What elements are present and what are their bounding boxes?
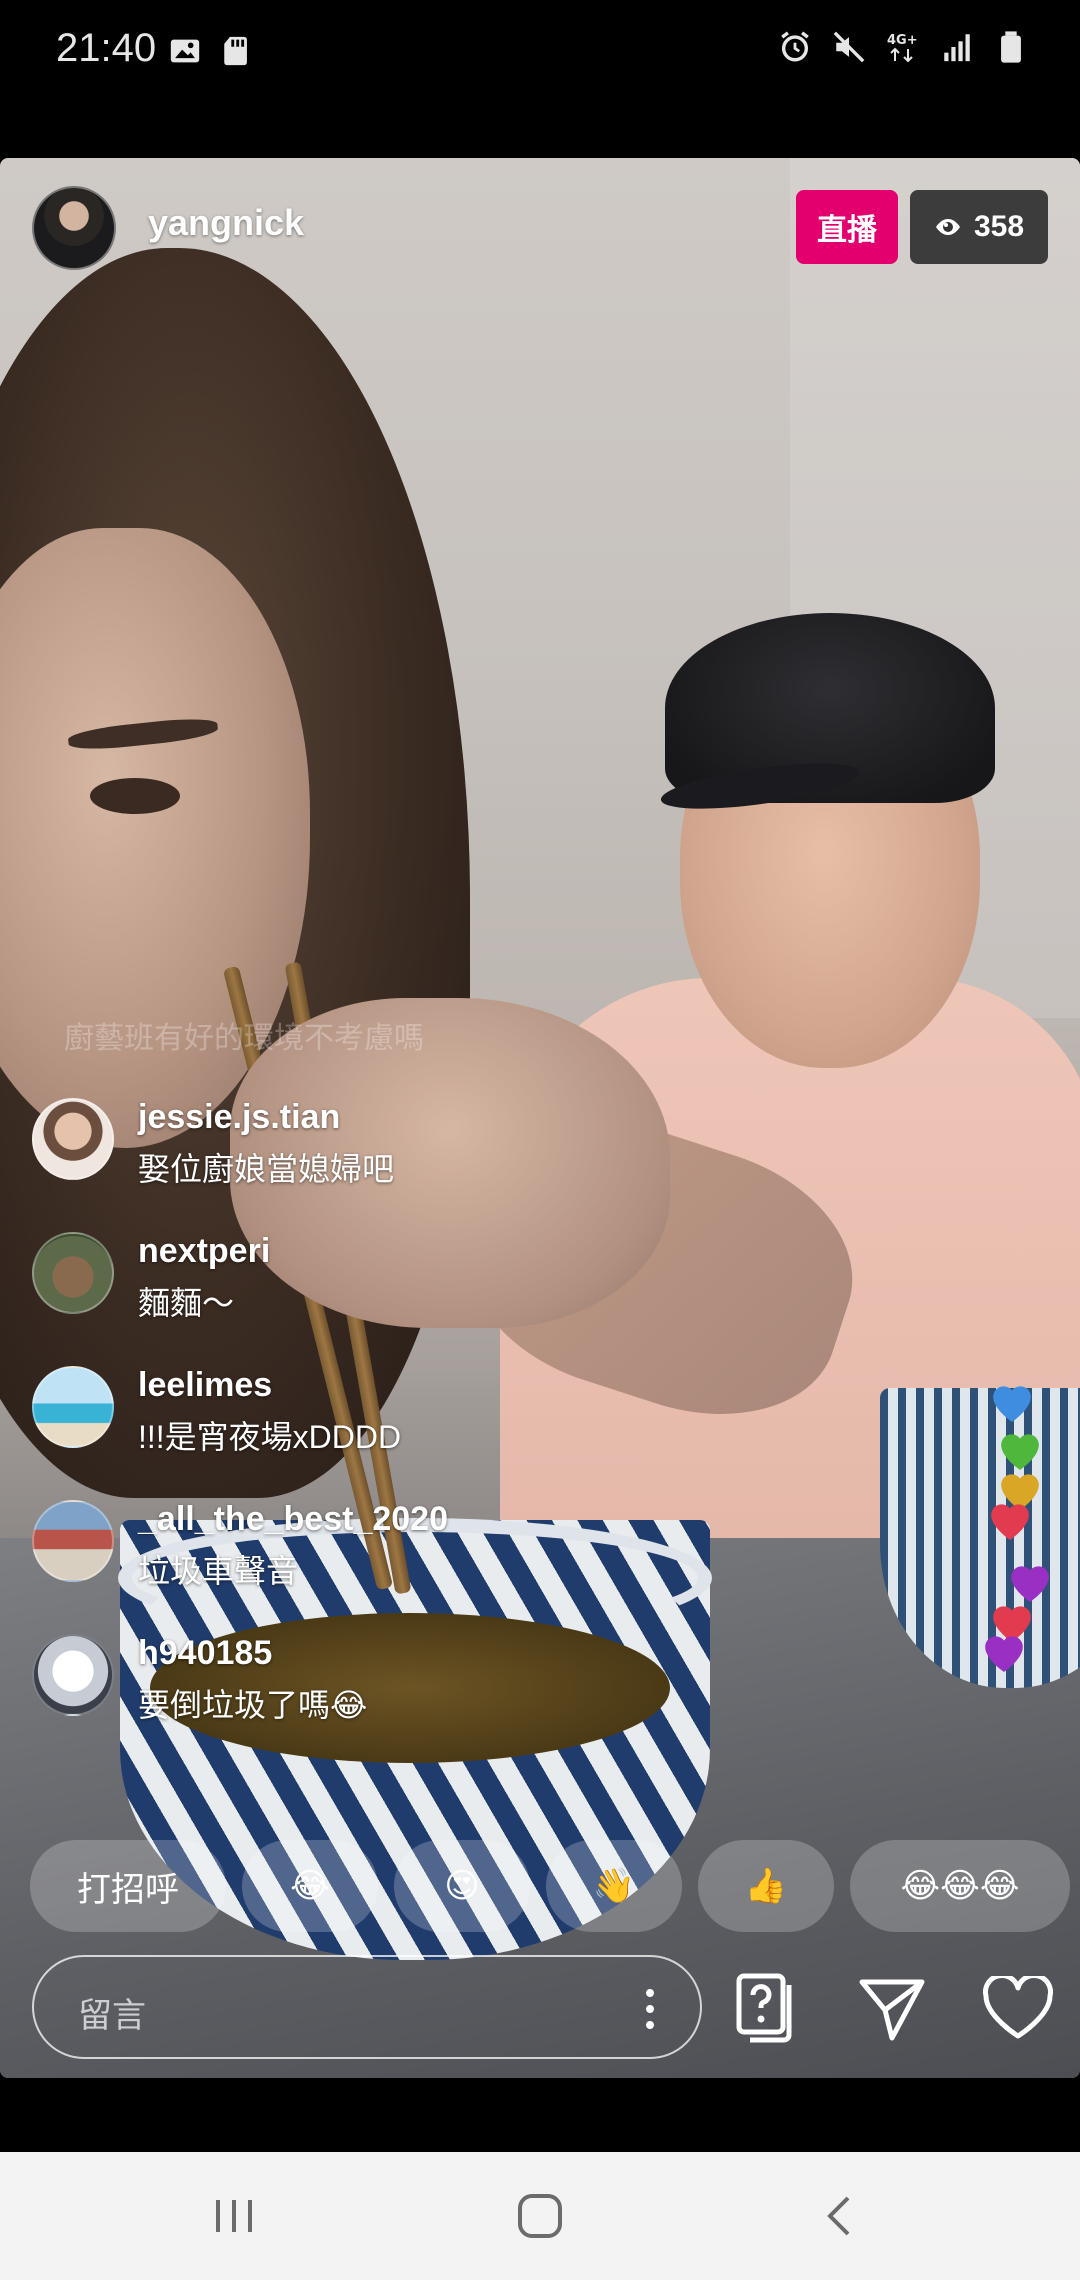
live-header: yangnick 直播 358 <box>0 158 1080 308</box>
quick-reaction-button[interactable]: 😍 <box>394 1840 530 1932</box>
quick-reaction-button[interactable]: 👍 <box>698 1840 834 1932</box>
recent-apps-icon[interactable] <box>206 2190 262 2242</box>
quick-reaction-button[interactable]: 😂 <box>242 1840 378 1932</box>
comment-text: 娶位廚娘當媳婦吧 <box>138 1151 395 1187</box>
commenter-username[interactable]: nextperi <box>138 1232 270 1271</box>
quick-reaction-button[interactable]: 👋 <box>546 1840 682 1932</box>
4g-plus-icon: 4G+ <box>887 33 918 63</box>
status-bar: 21:40 4G+ <box>0 0 1080 100</box>
signal-icon <box>944 34 970 62</box>
question-icon[interactable] <box>736 1973 796 2043</box>
floating-heart-icon <box>991 1504 1029 1540</box>
commenter-avatar[interactable] <box>32 1500 114 1582</box>
image-icon <box>170 39 200 63</box>
viewer-count: 358 <box>973 210 1025 243</box>
back-icon[interactable] <box>812 2190 868 2242</box>
comment-text: 要倒垃圾了嗎😂 <box>138 1687 368 1723</box>
commenter-username[interactable]: leelimes <box>138 1366 272 1405</box>
commenter-avatar[interactable] <box>32 1098 114 1180</box>
comment-item[interactable]: nextperi 麵麵～ <box>32 1232 752 1342</box>
host-username[interactable]: yangnick <box>148 202 304 244</box>
svg-text:4G+: 4G+ <box>887 33 918 48</box>
comment-text: 垃圾車聲音 <box>138 1553 299 1589</box>
battery-icon <box>1001 31 1021 63</box>
more-options-icon[interactable] <box>644 1985 656 2033</box>
floating-heart-icon <box>985 1636 1023 1672</box>
quick-reaction-button[interactable]: 😂😂😂 <box>850 1840 1070 1932</box>
comment-item[interactable]: h940185 要倒垃圾了嗎😂 <box>32 1634 752 1744</box>
system-navigation-bar <box>0 2152 1080 2280</box>
live-badge: 直播 <box>796 190 898 264</box>
quick-reaction-greet-button[interactable]: 打招呼 <box>30 1840 226 1932</box>
video-person-left-eye <box>90 778 180 814</box>
status-left-icons <box>168 34 254 68</box>
comment-input-placeholder: 留言 <box>78 1997 146 2035</box>
alarm-icon <box>781 31 809 62</box>
commenter-username[interactable]: _all_the_best_2020 <box>138 1500 448 1539</box>
home-icon[interactable] <box>512 2190 568 2242</box>
host-avatar[interactable] <box>32 186 116 270</box>
sd-card-icon <box>224 36 247 66</box>
commenter-avatar[interactable] <box>32 1634 114 1716</box>
commenter-username[interactable]: jessie.js.tian <box>138 1098 340 1137</box>
faded-comment: 廚藝班有好的環境不考慮嗎 <box>64 1022 424 1055</box>
live-video-view[interactable]: yangnick 直播 358 廚藝班有好的環境不考慮嗎 jessie.js.t… <box>0 158 1080 2078</box>
commenter-username[interactable]: h940185 <box>138 1634 272 1673</box>
floating-heart-icon <box>993 1386 1031 1422</box>
like-heart-icon[interactable] <box>982 1976 1054 2040</box>
mute-icon <box>833 31 865 63</box>
commenter-avatar[interactable] <box>32 1366 114 1448</box>
status-time: 21:40 <box>56 26 157 70</box>
comment-input[interactable]: 留言 <box>32 1955 702 2059</box>
comment-item[interactable]: leelimes !!!是宵夜場xDDDD <box>32 1366 752 1476</box>
comment-item[interactable]: _all_the_best_2020 垃圾車聲音 <box>32 1500 752 1610</box>
quick-reactions-row: 打招呼 😂 😍 👋 👍 😂😂😂 <box>30 1840 1080 1936</box>
commenter-avatar[interactable] <box>32 1232 114 1314</box>
status-right-icons: 4G+ <box>778 30 1028 64</box>
eye-icon <box>935 219 960 235</box>
comment-item[interactable]: jessie.js.tian 娶位廚娘當媳婦吧 <box>32 1098 752 1208</box>
comment-text: !!!是宵夜場xDDDD <box>138 1419 402 1455</box>
comment-text: 麵麵～ <box>138 1285 235 1321</box>
share-send-icon[interactable] <box>858 1976 926 2042</box>
viewer-count-badge[interactable]: 358 <box>910 190 1048 264</box>
